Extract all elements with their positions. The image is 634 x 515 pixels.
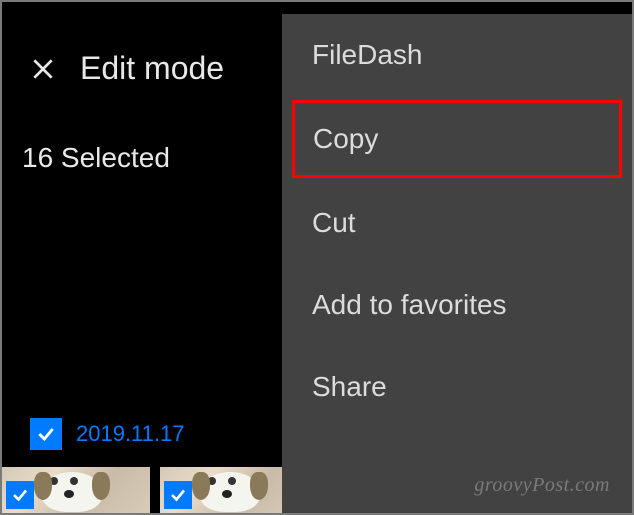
page-title: Edit mode bbox=[80, 50, 224, 87]
close-icon[interactable] bbox=[28, 54, 58, 84]
context-menu: FileDash Copy Cut Add to favorites Share bbox=[282, 14, 632, 513]
menu-item-share[interactable]: Share bbox=[282, 346, 632, 428]
thumbnail-row bbox=[2, 467, 308, 513]
menu-item-filedash[interactable]: FileDash bbox=[282, 14, 632, 96]
menu-item-add-to-favorites[interactable]: Add to favorites bbox=[282, 264, 632, 346]
photo-thumbnail[interactable] bbox=[2, 467, 150, 513]
date-checkbox[interactable] bbox=[30, 418, 62, 450]
thumbnail-check-icon[interactable] bbox=[164, 481, 192, 509]
date-label: 2019.11.17 bbox=[76, 421, 184, 447]
watermark: groovyPost.com bbox=[474, 474, 610, 497]
menu-item-cut[interactable]: Cut bbox=[282, 182, 632, 264]
menu-item-copy[interactable]: Copy bbox=[292, 100, 622, 178]
thumbnail-check-icon[interactable] bbox=[6, 481, 34, 509]
date-group-row: 2019.11.17 bbox=[30, 418, 184, 450]
